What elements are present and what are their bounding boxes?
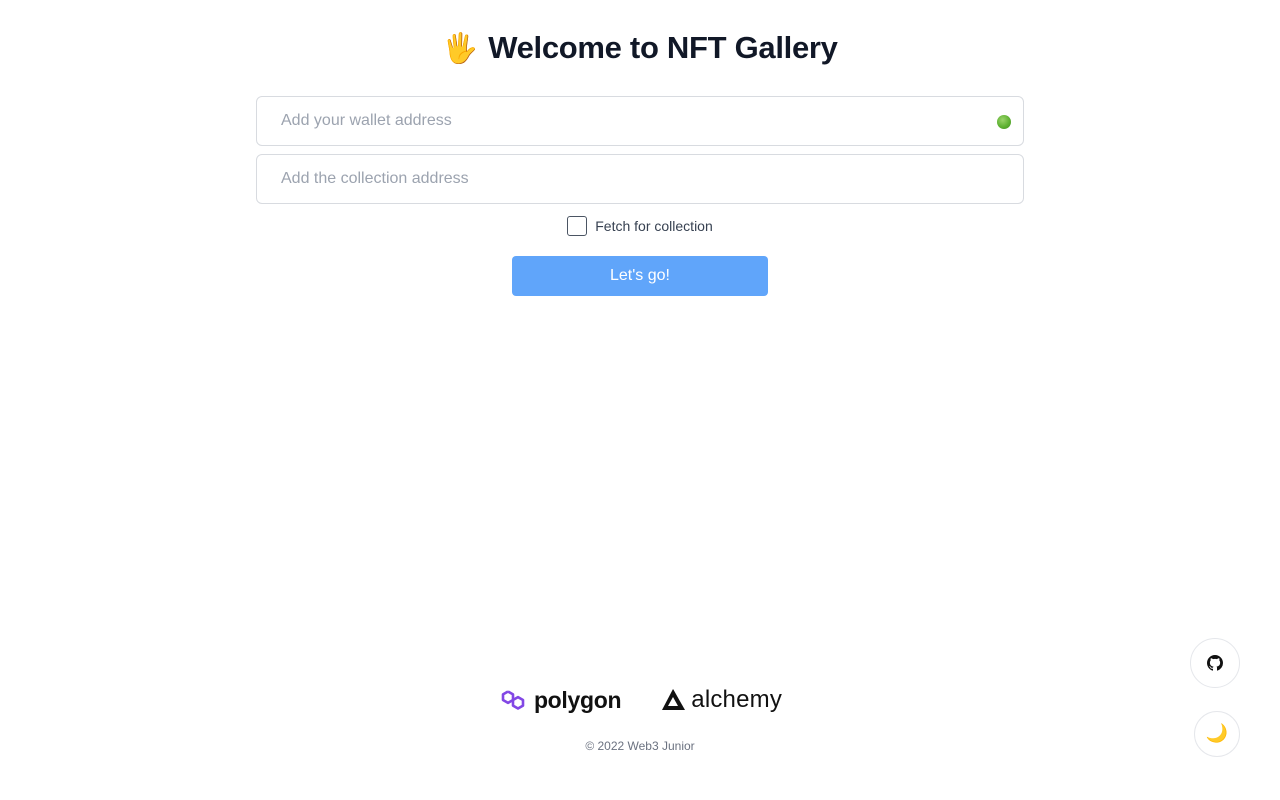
waving-hand-icon: 🖐 <box>442 30 479 65</box>
github-icon <box>1207 655 1223 671</box>
collection-address-input[interactable] <box>257 155 1023 203</box>
fetch-collection-row[interactable]: Fetch for collection <box>0 216 1280 236</box>
theme-toggle-button[interactable]: 🌙 <box>1194 711 1240 757</box>
collection-address-field[interactable] <box>256 154 1024 204</box>
moon-icon: 🌙 <box>1205 723 1229 744</box>
alchemy-logo-text: alchemy <box>691 686 783 713</box>
copyright-text: © 2022 Web3 Junior <box>585 739 695 753</box>
wallet-address-input[interactable] <box>257 97 1023 145</box>
fetch-collection-checkbox[interactable] <box>567 216 588 236</box>
alchemy-logo-icon <box>662 689 686 710</box>
wallet-status-indicator-icon <box>997 115 1011 129</box>
page: 🖐 Welcome to NFT Gallery Fetch for colle… <box>0 0 1280 800</box>
submit-button[interactable]: Let's go! <box>512 256 768 296</box>
page-title-text: Welcome to NFT Gallery <box>488 30 838 65</box>
polygon-logo-icon <box>501 690 525 710</box>
polygon-logo-text: polygon <box>533 686 622 713</box>
fetch-collection-label: Fetch for collection <box>595 218 713 234</box>
page-title: 🖐 Welcome to NFT Gallery <box>0 30 1280 66</box>
polygon-logo[interactable]: polygon <box>498 686 622 714</box>
github-button[interactable] <box>1190 638 1240 688</box>
partner-logos: polygon alchemy <box>0 686 1280 714</box>
alchemy-logo[interactable]: alchemy <box>661 686 782 714</box>
wallet-address-field[interactable] <box>256 96 1024 146</box>
